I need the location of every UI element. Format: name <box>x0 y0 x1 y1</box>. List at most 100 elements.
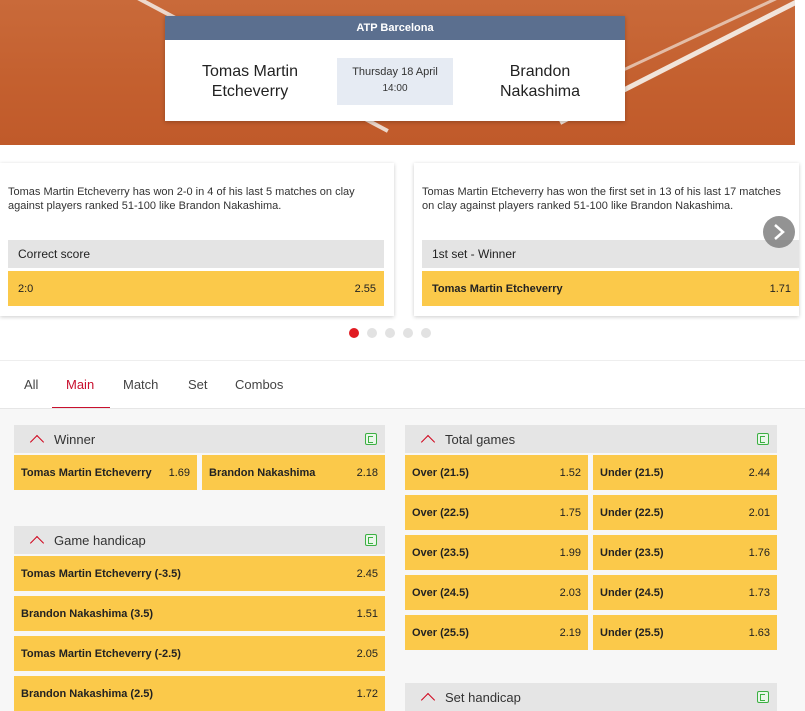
selection-name: Under (21.5) <box>600 466 664 479</box>
selection-name: 2:0 <box>18 282 34 295</box>
selection-name: Tomas Martin Etcheverry <box>432 282 563 295</box>
carousel-pagination <box>349 328 431 338</box>
stat-card: Tomas Martin Etcheverry has won 2-0 in 4… <box>0 163 394 316</box>
odds-button[interactable]: Over (22.5) 1.75 <box>405 495 588 530</box>
selection-odds: 2.19 <box>559 626 581 639</box>
match-time: 14:00 <box>382 83 408 94</box>
player1-name-line1: Tomas Martin <box>201 63 299 80</box>
court-line <box>619 0 795 73</box>
stat-odds-button[interactable]: 2:0 2.55 <box>8 271 384 306</box>
odds-button[interactable]: Under (23.5) 1.76 <box>593 535 777 570</box>
odds-button[interactable]: Under (22.5) 2.01 <box>593 495 777 530</box>
selection-odds: 1.63 <box>748 626 770 639</box>
selection-odds: 2.03 <box>559 586 581 599</box>
odds-button[interactable]: Brandon Nakashima (2.5) 1.72 <box>14 676 385 711</box>
selection-name: Tomas Martin Etcheverry (-2.5) <box>21 647 181 660</box>
stat-market-label: Correct score <box>8 240 384 268</box>
carousel-dot[interactable] <box>403 328 413 338</box>
selection-odds: 1.73 <box>748 586 770 599</box>
stats-icon[interactable] <box>757 433 769 445</box>
odds-button[interactable]: Brandon Nakashima 2.18 <box>202 455 385 490</box>
stat-text-line: on clay against players ranked 51-100 li… <box>422 200 734 212</box>
stat-text: Tomas Martin Etcheverry has won the firs… <box>422 185 791 213</box>
chevron-up-icon[interactable] <box>420 692 436 707</box>
carousel-dot[interactable] <box>421 328 431 338</box>
stat-market-label: 1st set - Winner <box>422 240 799 268</box>
chevron-up-icon[interactable] <box>29 434 45 449</box>
market-header-total-games[interactable]: Total games <box>405 425 777 453</box>
selection-name: Brandon Nakashima <box>209 466 316 479</box>
selection-odds: 1.71 <box>769 282 791 295</box>
market-header-winner[interactable]: Winner <box>14 425 385 453</box>
chevron-right-icon[interactable] <box>763 216 795 248</box>
tab-all[interactable]: All <box>24 377 38 392</box>
odds-button[interactable]: Tomas Martin Etcheverry 1.69 <box>14 455 197 490</box>
selection-odds: 2.01 <box>748 506 770 519</box>
market-title: Set handicap <box>445 689 521 705</box>
tab-combos[interactable]: Combos <box>235 377 283 392</box>
market-title: Winner <box>54 431 96 447</box>
selection-odds: 1.51 <box>356 607 378 620</box>
market-header-set-handicap[interactable]: Set handicap <box>405 683 777 711</box>
stat-card: Tomas Martin Etcheverry has won the firs… <box>414 163 799 316</box>
odds-button[interactable]: Brandon Nakashima (3.5) 1.51 <box>14 596 385 631</box>
player2-name-line1: Brandon <box>509 63 571 80</box>
selection-name: Under (22.5) <box>600 506 664 519</box>
odds-button[interactable]: Under (25.5) 1.63 <box>593 615 777 650</box>
chevron-up-icon[interactable] <box>29 535 45 550</box>
event-card[interactable]: ATP Barcelona Tomas Martin Etcheverry Th… <box>165 16 625 121</box>
market-tabs: All Main Match Set Combos <box>0 368 805 409</box>
stat-text: Tomas Martin Etcheverry has won 2-0 in 4… <box>8 185 386 213</box>
odds-button[interactable]: Tomas Martin Etcheverry (-3.5) 2.45 <box>14 556 385 591</box>
selection-odds: 2.45 <box>356 567 378 580</box>
hero-banner: ATP Barcelona Tomas Martin Etcheverry Th… <box>0 0 795 145</box>
chevron-up-icon[interactable] <box>420 434 436 449</box>
selection-name: Over (23.5) <box>412 546 469 559</box>
tab-main[interactable]: Main <box>66 377 94 392</box>
odds-button[interactable]: Over (25.5) 2.19 <box>405 615 588 650</box>
stat-text-line: Tomas Martin Etcheverry has won 2-0 in 4… <box>8 186 355 198</box>
selection-name: Tomas Martin Etcheverry <box>21 466 152 479</box>
carousel-dot[interactable] <box>385 328 395 338</box>
tab-match[interactable]: Match <box>123 377 158 392</box>
odds-button[interactable]: Under (21.5) 2.44 <box>593 455 777 490</box>
divider <box>0 360 805 361</box>
player1-name-line2: Etcheverry <box>211 83 289 100</box>
stats-icon[interactable] <box>757 691 769 703</box>
selection-name: Tomas Martin Etcheverry (-3.5) <box>21 567 181 580</box>
selection-name: Over (24.5) <box>412 586 469 599</box>
selection-name: Under (24.5) <box>600 586 664 599</box>
selection-name: Under (23.5) <box>600 546 664 559</box>
league-title: ATP Barcelona <box>165 16 625 40</box>
selection-name: Over (25.5) <box>412 626 469 639</box>
market-title: Total games <box>445 431 516 447</box>
market-title: Game handicap <box>54 532 146 548</box>
odds-button[interactable]: Over (21.5) 1.52 <box>405 455 588 490</box>
stats-icon[interactable] <box>365 534 377 546</box>
odds-button[interactable]: Over (23.5) 1.99 <box>405 535 588 570</box>
selection-odds: 2.44 <box>748 466 770 479</box>
selection-odds: 2.05 <box>356 647 378 660</box>
stat-odds-button[interactable]: Tomas Martin Etcheverry 1.71 <box>422 271 799 306</box>
carousel-dot[interactable] <box>367 328 377 338</box>
player2-name-line2: Nakashima <box>499 83 581 100</box>
selection-odds: 1.52 <box>559 466 581 479</box>
selection-odds: 2.55 <box>354 282 376 295</box>
market-header-game-handicap[interactable]: Game handicap <box>14 526 385 554</box>
odds-button[interactable]: Under (24.5) 1.73 <box>593 575 777 610</box>
stats-icon[interactable] <box>365 433 377 445</box>
selection-odds: 1.99 <box>559 546 581 559</box>
selection-odds: 1.69 <box>168 466 190 479</box>
tab-set[interactable]: Set <box>188 377 208 392</box>
carousel-dot[interactable] <box>349 328 359 338</box>
selection-odds: 1.72 <box>356 687 378 700</box>
match-datetime: Thursday 18 April 14:00 <box>337 58 453 105</box>
selection-name: Under (25.5) <box>600 626 664 639</box>
odds-button[interactable]: Over (24.5) 2.03 <box>405 575 588 610</box>
odds-button[interactable]: Tomas Martin Etcheverry (-2.5) 2.05 <box>14 636 385 671</box>
player2-name: Brandon Nakashima <box>455 62 625 102</box>
stat-text-line: against players ranked 51-100 like Brand… <box>8 200 282 212</box>
selection-name: Brandon Nakashima (2.5) <box>21 687 154 700</box>
selection-odds: 2.18 <box>356 466 378 479</box>
player1-name: Tomas Martin Etcheverry <box>165 62 335 102</box>
